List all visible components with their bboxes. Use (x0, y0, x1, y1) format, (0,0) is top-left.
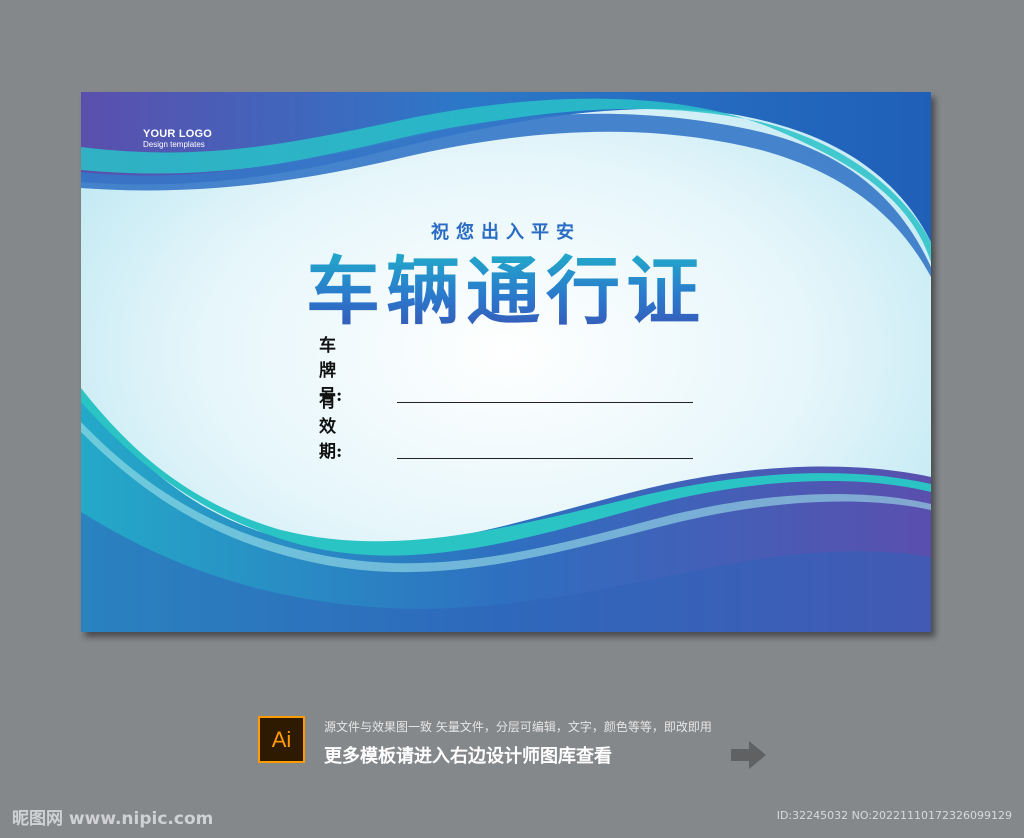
license-plate-line (397, 402, 693, 403)
pass-card: YOUR LOGO Design templates 祝您出入平安 车辆通行证 … (81, 92, 931, 632)
card-subtitle: 祝您出入平安 (431, 222, 581, 243)
arrow-right-icon (731, 741, 766, 769)
adobe-illustrator-icon: Ai (258, 716, 305, 763)
footer-description: 源文件与效果图一致 矢量文件，分层可编辑，文字，颜色等等，即改即用 (324, 720, 712, 734)
logo-main-text: YOUR LOGO (143, 128, 213, 140)
validity-label: 有效期: (319, 392, 343, 462)
company-logo: YOUR LOGO Design templates (143, 128, 212, 150)
validity-line (397, 458, 693, 459)
footer-cta: 更多模板请进入右边设计师图库查看 (324, 746, 612, 767)
logo-sub-text: Design templates (143, 140, 205, 149)
card-title: 车辆通行证 (81, 242, 931, 342)
watermark-site: 昵图网 www.nipic.com (12, 809, 214, 829)
card-background (81, 92, 931, 632)
watermark-id: ID:32245032 NO:20221110172326099129 (776, 809, 1012, 822)
